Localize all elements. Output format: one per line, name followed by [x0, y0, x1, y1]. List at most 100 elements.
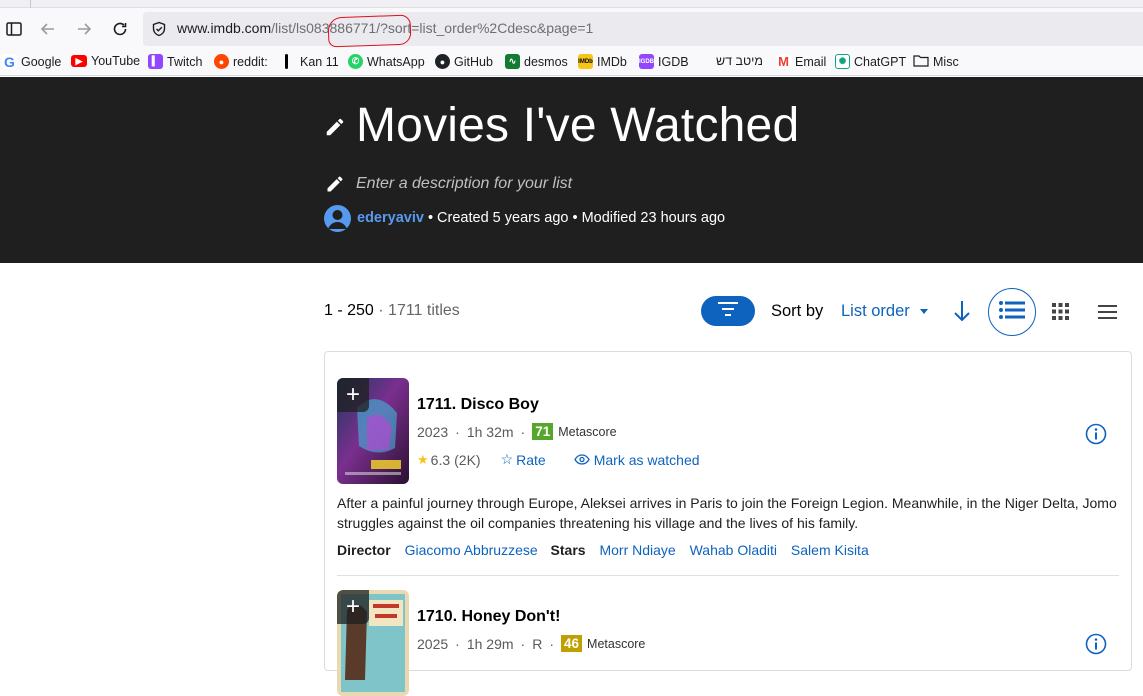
bookmark-label: Misc	[933, 55, 959, 69]
bookmark-kan[interactable]: Kan 11	[285, 54, 339, 69]
star-link[interactable]: Salem Kisita	[791, 542, 869, 558]
url-path: /list/ls083886771/?sort=list_order%2Cdes…	[271, 20, 594, 36]
sidebar-toggle-icon[interactable]	[3, 18, 25, 40]
url-domain: www.imdb.com	[177, 20, 272, 36]
bookmark-label: Twitch	[167, 54, 203, 69]
rate-button[interactable]: ☆ Rate	[501, 451, 546, 468]
add-to-watchlist-plus-icon[interactable]: +	[337, 378, 369, 412]
browser-tab-strip	[0, 0, 1143, 8]
metascore-badge: 46	[561, 635, 583, 652]
bookmark-chatgpt[interactable]: ✺ ChatGPT	[835, 54, 906, 69]
star-icon: ★	[417, 451, 429, 467]
google-icon: G	[2, 54, 17, 70]
bookmark-folder-misc[interactable]: Misc	[913, 54, 959, 70]
results-total: 1711 titles	[388, 302, 460, 319]
director-label: Director	[337, 542, 391, 558]
imdb-rating: 6.3	[430, 451, 451, 468]
item-title[interactable]: 1710. Honey Don't!	[417, 608, 560, 626]
item-rating-row: ★ 6.3 (2K) ☆ Rate Mark as watched	[417, 451, 700, 468]
bookmark-youtube[interactable]: ▶ YouTube	[71, 54, 140, 68]
bookmark-label: YouTube	[91, 54, 141, 68]
list-view-icon	[999, 300, 1025, 324]
item-meta: 2023 · 1h 32m · 71 Metascore	[417, 423, 617, 440]
forward-arrow-icon[interactable]	[73, 18, 95, 40]
bookmark-label: ChatGPT	[854, 54, 907, 69]
results-range: 1 - 250	[324, 302, 374, 319]
username-link[interactable]: ederyaviv	[357, 210, 424, 226]
bookmark-github[interactable]: ● GitHub	[435, 54, 493, 69]
reddit-icon: ●	[214, 54, 229, 69]
grid-view-icon[interactable]	[1052, 303, 1069, 325]
item-year: 2025	[417, 635, 449, 652]
bookmark-label: desmos	[524, 54, 568, 69]
bookmark-label: GitHub	[454, 54, 493, 69]
bookmark-label: Email	[795, 54, 827, 69]
poster-image[interactable]: +	[337, 378, 409, 484]
compact-view-icon[interactable]	[1098, 305, 1117, 324]
mark-as-watched-button[interactable]: Mark as watched	[573, 451, 700, 468]
list-header: Movies I've Watched Enter a description …	[0, 77, 1143, 263]
modified-text: • Modified 23 hours ago	[572, 210, 726, 226]
bookmark-label: IGDB	[658, 54, 689, 69]
item-divider	[337, 575, 1119, 576]
list-description-placeholder[interactable]: Enter a description for your list	[356, 175, 572, 193]
info-icon[interactable]	[1085, 423, 1107, 450]
bookmark-desmos[interactable]: ∿ desmos	[505, 54, 568, 69]
poster-image[interactable]: +	[337, 590, 409, 696]
list-meta: ederyaviv • Created 5 years ago • Modifi…	[357, 210, 725, 226]
results-separator: ·	[378, 302, 384, 319]
mark-as-watched-label: Mark as watched	[593, 451, 700, 468]
kan-icon	[285, 54, 288, 69]
bookmark-label: Kan 11	[300, 54, 339, 69]
star-outline-icon: ☆	[500, 451, 514, 467]
item-credits: Director Giacomo Abbruzzese Stars Morr N…	[337, 542, 869, 558]
metascore-badge: 71	[532, 423, 554, 440]
sort-direction-arrow-icon[interactable]	[952, 299, 972, 328]
detailed-view-button[interactable]	[988, 288, 1036, 336]
bookmark-reddit[interactable]: ● reddit:	[214, 54, 268, 69]
desmos-icon: ∿	[505, 54, 520, 69]
bookmark-igdb[interactable]: IGDB IGDB	[639, 54, 689, 69]
item-year: 2023	[417, 423, 449, 440]
bookmark-label: IMDb	[597, 54, 627, 69]
bookmark-imdb[interactable]: IMDb IMDb	[578, 54, 627, 69]
add-to-watchlist-plus-icon[interactable]: +	[337, 590, 369, 624]
imdb-icon: IMDb	[578, 54, 593, 69]
item-runtime: 1h 29m	[466, 635, 514, 652]
filter-icon	[718, 301, 738, 321]
vote-count: (2K)	[454, 451, 481, 468]
sort-caret-icon[interactable]	[920, 309, 928, 314]
star-link[interactable]: Morr Ndiaye	[599, 542, 675, 558]
info-icon[interactable]	[1085, 633, 1107, 660]
shield-icon[interactable]	[151, 21, 167, 42]
bookmark-twitch[interactable]: ▍ Twitch	[148, 54, 202, 69]
bookmark-meitav[interactable]: מיטב דש	[716, 54, 763, 68]
sort-select[interactable]: List order	[841, 302, 910, 321]
item-title[interactable]: 1711. Disco Boy	[417, 396, 539, 414]
bookmark-email[interactable]: M Email	[776, 54, 826, 69]
bookmark-whatsapp[interactable]: ✆ WhatsApp	[348, 54, 425, 69]
filter-button[interactable]	[701, 296, 755, 326]
edit-title-pencil-icon[interactable]	[324, 116, 346, 143]
metascore-label: Metascore	[558, 424, 617, 439]
back-arrow-icon[interactable]	[37, 18, 59, 40]
address-bar[interactable]: www.imdb.com/list/ls083886771/?sort=list…	[143, 12, 1143, 48]
results-count: 1 - 250 · 1711 titles	[324, 302, 460, 320]
whatsapp-icon: ✆	[348, 54, 363, 69]
url-text: www.imdb.com/list/ls083886771/?sort=list…	[177, 14, 594, 48]
folder-icon	[913, 54, 929, 70]
browser-nav-bar: www.imdb.com/list/ls083886771/?sort=list…	[0, 8, 1143, 50]
item-plot: After a painful journey through Europe, …	[337, 495, 1117, 531]
director-link[interactable]: Giacomo Abbruzzese	[405, 542, 538, 558]
avatar[interactable]	[324, 205, 351, 232]
stars-label: Stars	[550, 542, 586, 558]
reload-icon[interactable]	[109, 18, 131, 40]
bookmark-google[interactable]: G Google	[2, 54, 61, 70]
list-title[interactable]: Movies I've Watched	[356, 98, 799, 153]
item-certificate: R	[532, 635, 543, 652]
twitch-icon: ▍	[148, 54, 163, 69]
bookmark-label: WhatsApp	[367, 54, 425, 69]
star-link[interactable]: Wahab Oladiti	[690, 542, 777, 558]
edit-description-pencil-icon[interactable]	[325, 174, 345, 199]
bookmark-label: reddit:	[233, 54, 268, 69]
